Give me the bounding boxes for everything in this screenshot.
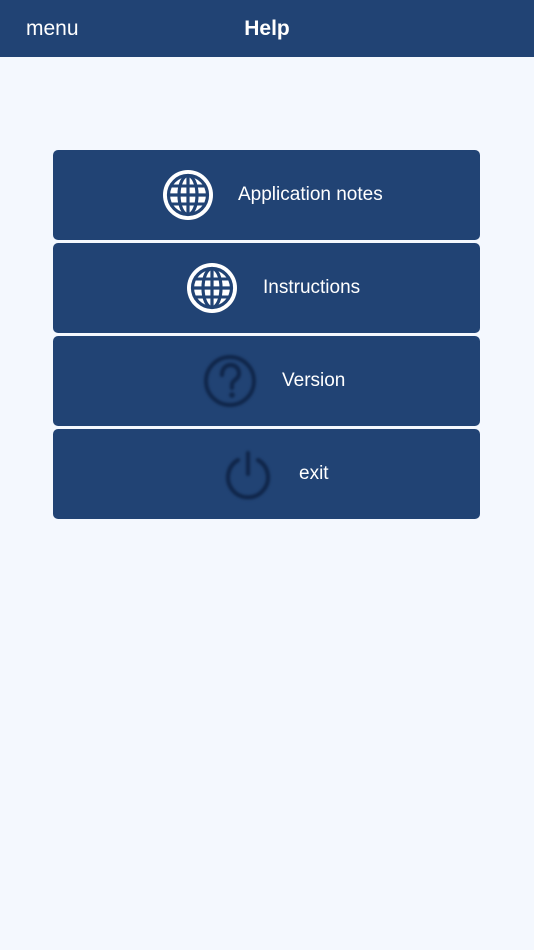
globe-icon xyxy=(185,261,239,315)
application-notes-label: Application notes xyxy=(238,184,383,205)
power-icon xyxy=(221,447,275,501)
question-circle-icon xyxy=(203,354,257,408)
navigation-bar: menu Help xyxy=(0,0,534,57)
version-button[interactable]: Version xyxy=(53,336,480,426)
application-notes-button[interactable]: Application notes xyxy=(53,150,480,240)
instructions-label: Instructions xyxy=(263,277,361,298)
globe-icon xyxy=(161,168,215,222)
exit-button[interactable]: exit xyxy=(53,429,480,519)
help-menu-list: Application notes Instructions Version e… xyxy=(53,150,480,522)
instructions-button[interactable]: Instructions xyxy=(53,243,480,333)
version-label: Version xyxy=(282,370,346,391)
page-title: Help xyxy=(244,17,290,40)
exit-label: exit xyxy=(299,463,329,484)
